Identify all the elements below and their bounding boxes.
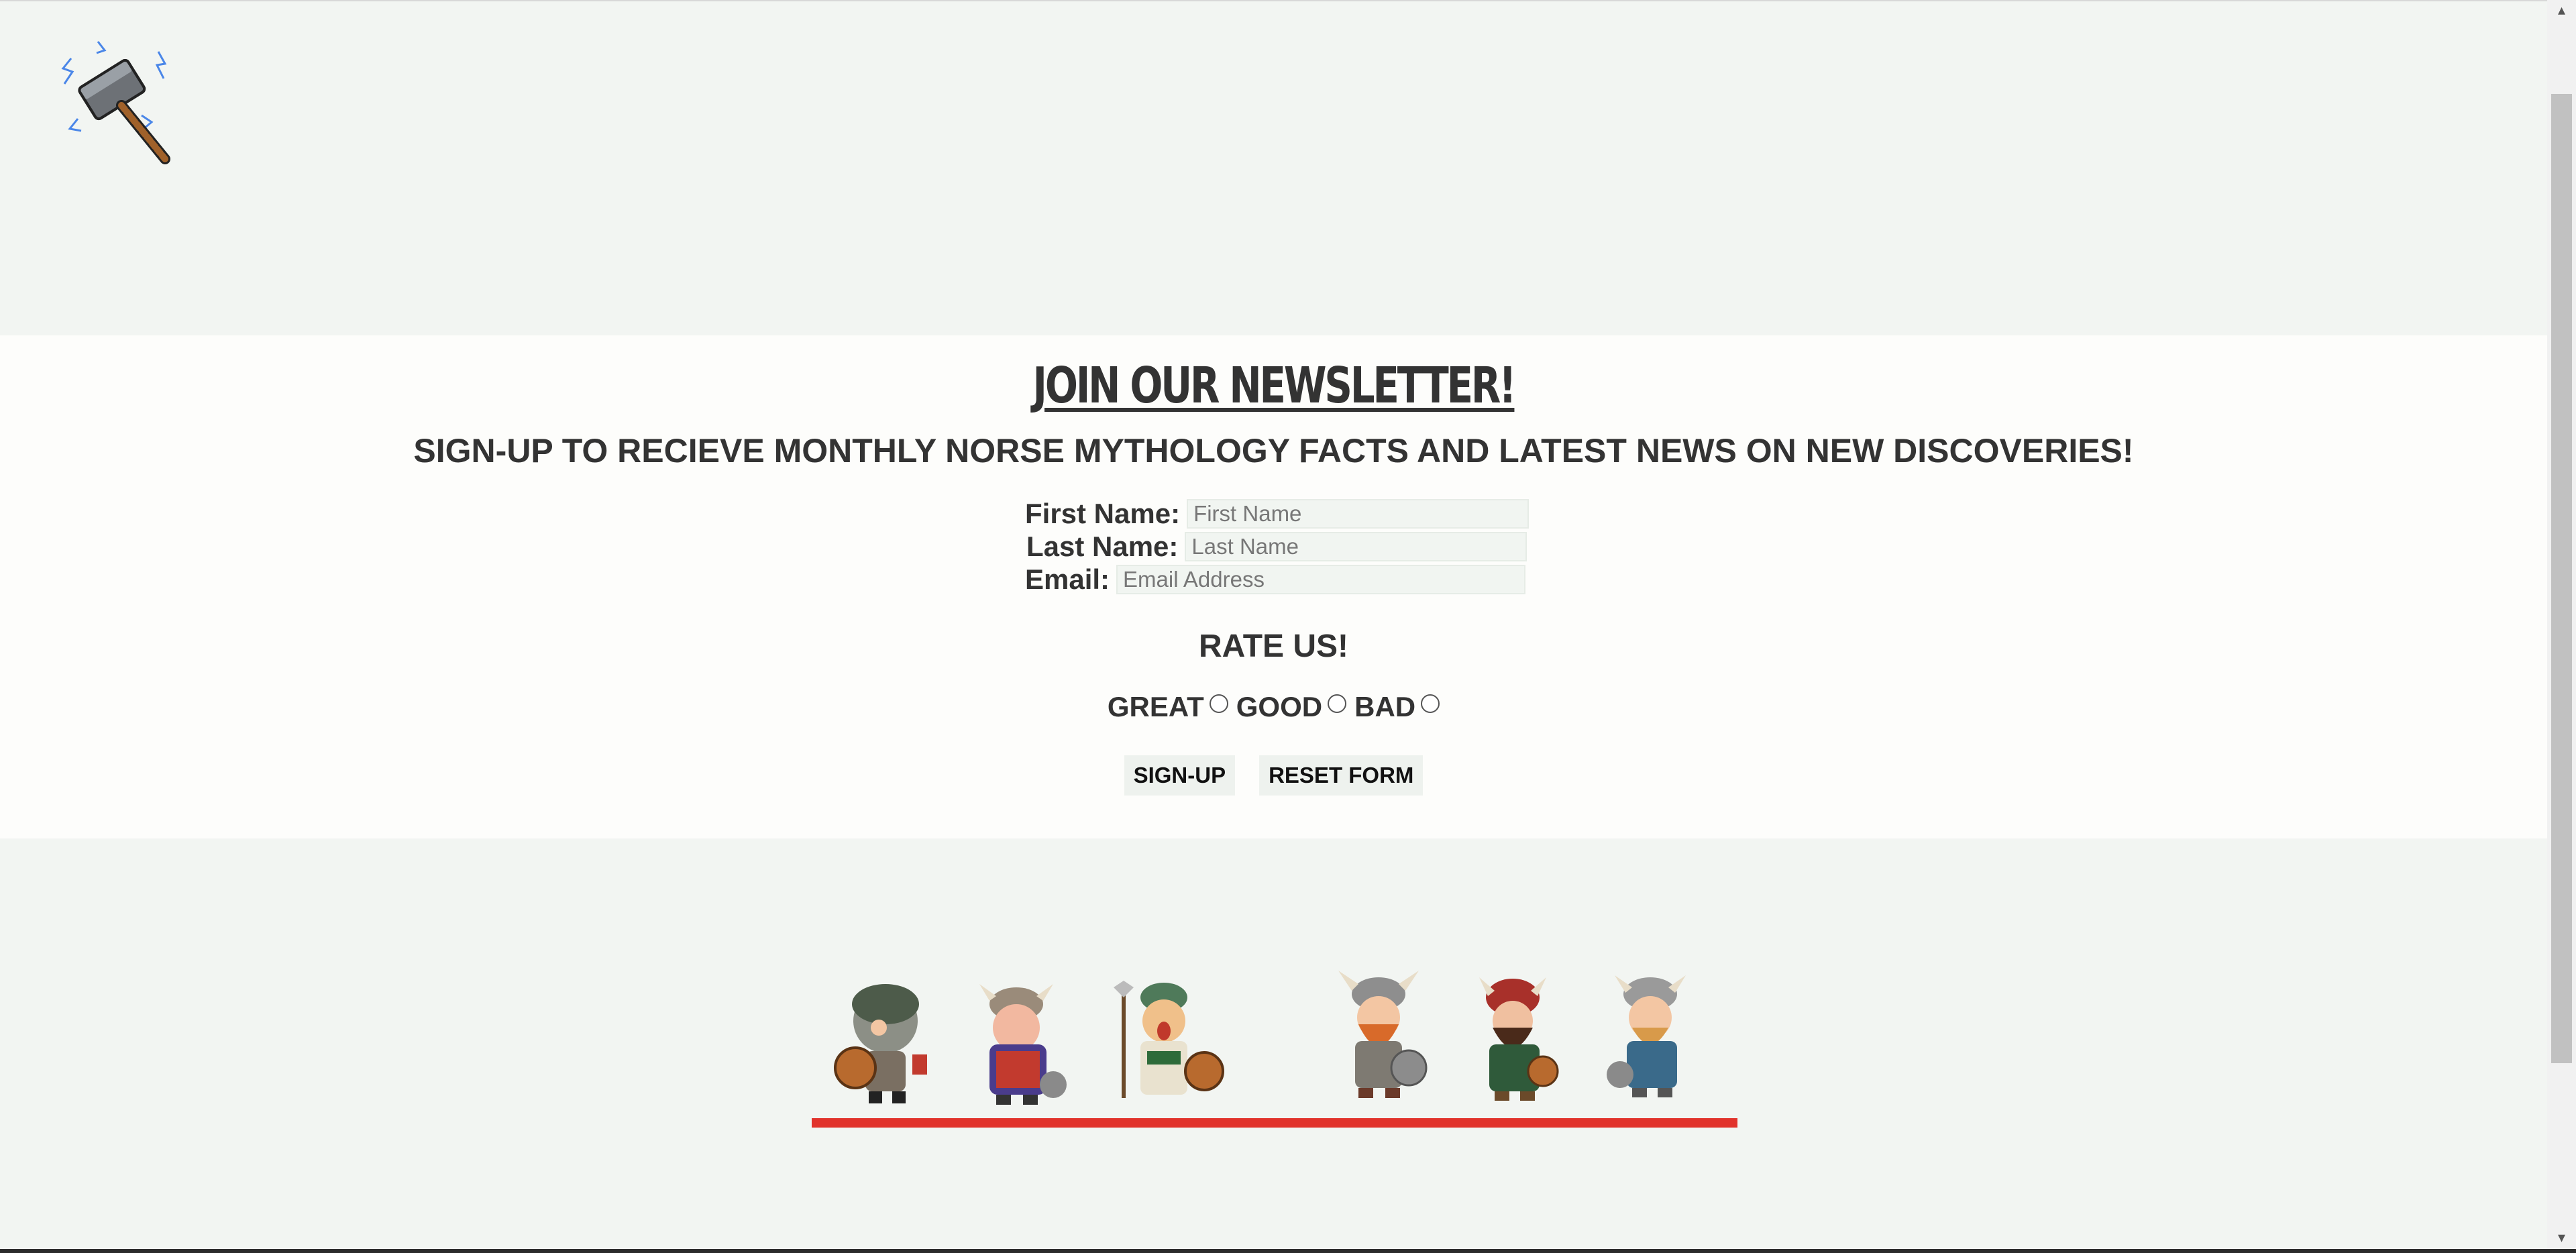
scroll-up-arrow-icon[interactable]: ▴ (2547, 0, 2576, 20)
last-name-row: Last Name: (1026, 531, 1527, 563)
thor-hammer-icon[interactable] (58, 38, 178, 169)
viking-4 (1338, 971, 1428, 1098)
first-name-label: First Name: (1025, 498, 1181, 529)
reset-form-button[interactable]: RESET FORM (1259, 755, 1424, 796)
rating-good-label: GOOD (1236, 691, 1323, 722)
scrollbar-thumb[interactable] (2551, 94, 2572, 1063)
vertical-scrollbar[interactable]: ▴ ▾ (2547, 0, 2576, 1249)
first-name-input[interactable] (1187, 499, 1529, 529)
newsletter-subtitle: SIGN-UP TO RECIEVE MONTHLY NORSE MYTHOLO… (413, 432, 2134, 470)
viking-3 (1114, 981, 1224, 1098)
rating-bad-radio[interactable] (1421, 694, 1440, 713)
email-row: Email: (1025, 563, 1526, 596)
rating-great-radio[interactable] (1209, 694, 1228, 713)
page: JOIN OUR NEWSLETTER! SIGN-UP TO RECIEVE … (0, 0, 2547, 1253)
first-name-row: First Name: (1025, 498, 1529, 530)
rating-options: GREAT GOOD BAD (0, 691, 2547, 723)
rating-great-label: GREAT (1107, 691, 1204, 722)
signup-button[interactable]: SIGN-UP (1124, 755, 1236, 796)
newsletter-title: JOIN OUR NEWSLETTER! (1032, 357, 1517, 415)
rate-us-title: RATE US! (1198, 629, 1349, 664)
vikings-illustration (834, 971, 1686, 1105)
viking-5 (1479, 977, 1559, 1101)
email-label: Email: (1025, 563, 1110, 595)
newsletter-section: JOIN OUR NEWSLETTER! SIGN-UP TO RECIEVE … (0, 335, 2547, 838)
rating-bad[interactable]: BAD (1354, 691, 1440, 723)
bottom-edge (0, 1249, 2576, 1253)
last-name-label: Last Name: (1026, 531, 1179, 562)
rating-good-radio[interactable] (1328, 694, 1347, 713)
last-name-input[interactable] (1185, 532, 1527, 561)
email-input[interactable] (1116, 565, 1526, 594)
rating-bad-label: BAD (1354, 691, 1416, 722)
form-buttons: SIGN-UP RESET FORM (0, 755, 2547, 796)
viking-6 (1607, 975, 1686, 1097)
footer-divider (812, 1118, 1737, 1128)
viking-1 (834, 984, 927, 1103)
rating-good[interactable]: GOOD (1236, 691, 1347, 723)
scroll-down-arrow-icon[interactable]: ▾ (2547, 1228, 2576, 1248)
viking-2 (979, 984, 1067, 1105)
rating-great[interactable]: GREAT (1108, 691, 1228, 723)
